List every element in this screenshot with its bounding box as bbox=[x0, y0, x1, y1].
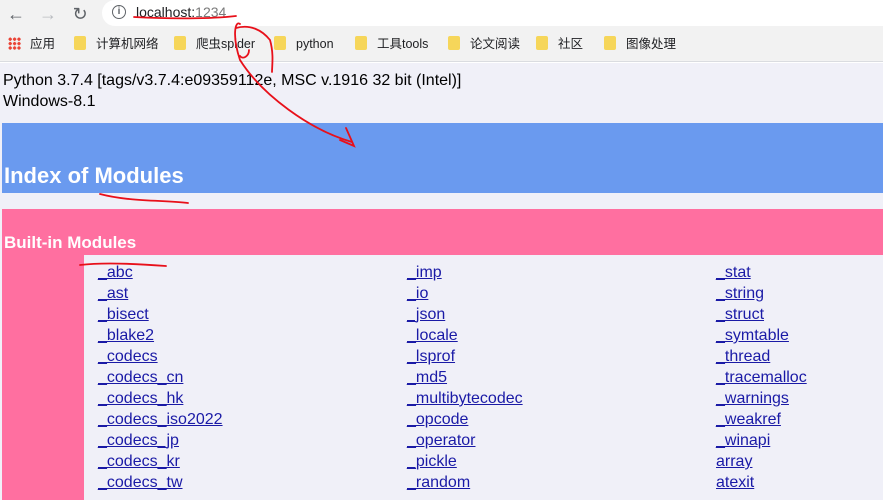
folder-icon bbox=[448, 36, 460, 50]
module-link[interactable]: atexit bbox=[716, 472, 883, 493]
module-link[interactable]: _md5 bbox=[407, 367, 707, 388]
folder-icon bbox=[74, 36, 86, 50]
module-link[interactable]: _bisect bbox=[98, 304, 398, 325]
module-link[interactable]: _codecs_kr bbox=[98, 451, 398, 472]
bookmark-folder[interactable]: 社区 bbox=[536, 36, 583, 54]
bookmark-folder[interactable]: 工具tools bbox=[355, 36, 428, 54]
section-banner: Built-in Modules bbox=[2, 209, 883, 255]
module-link[interactable]: _struct bbox=[716, 304, 883, 325]
module-link[interactable]: _random bbox=[407, 472, 707, 493]
folder-icon bbox=[536, 36, 548, 50]
url-host: localhost: bbox=[136, 4, 196, 20]
module-link[interactable]: _codecs bbox=[98, 346, 398, 367]
module-link[interactable]: _codecs_tw bbox=[98, 472, 398, 493]
section-title: Built-in Modules bbox=[4, 233, 137, 252]
bookmark-folder[interactable]: python bbox=[274, 36, 334, 54]
section-side-band bbox=[2, 255, 84, 500]
bookmark-label: 应用 bbox=[30, 37, 56, 51]
module-link[interactable]: _codecs_cn bbox=[98, 367, 398, 388]
module-link[interactable]: array bbox=[716, 451, 883, 472]
reload-icon[interactable]: ↻ bbox=[68, 2, 92, 26]
module-link[interactable]: _winapi bbox=[716, 430, 883, 451]
module-link[interactable]: _blake2 bbox=[98, 325, 398, 346]
module-link[interactable]: _codecs_iso2022 bbox=[98, 409, 398, 430]
module-link[interactable]: _locale bbox=[407, 325, 707, 346]
module-column-2: _imp _io _json _locale _lsprof _md5 _mul… bbox=[407, 262, 707, 493]
module-column-1: _abc _ast _bisect _blake2 _codecs _codec… bbox=[98, 262, 398, 493]
module-link[interactable]: _string bbox=[716, 283, 883, 304]
bookmark-folder[interactable]: 计算机网络 bbox=[74, 36, 159, 54]
python-version-text: Python 3.7.4 [tags/v3.7.4:e09359112e, MS… bbox=[3, 72, 462, 89]
bookmark-folder[interactable]: 爬虫spider bbox=[174, 36, 255, 54]
module-link[interactable]: _abc bbox=[98, 262, 398, 283]
module-link[interactable]: _ast bbox=[98, 283, 398, 304]
bookmarks-bar: 应用 计算机网络 爬虫spider python 工具tools 论文阅读 社区… bbox=[0, 28, 883, 62]
bookmark-label: 工具tools bbox=[377, 37, 429, 51]
module-link[interactable]: _opcode bbox=[407, 409, 707, 430]
address-bar[interactable]: i localhost:1234 bbox=[102, 0, 883, 26]
back-arrow-icon[interactable]: ← bbox=[4, 2, 28, 26]
page-title: Index of Modules bbox=[4, 163, 184, 188]
module-link[interactable]: _warnings bbox=[716, 388, 883, 409]
module-column-3: _stat _string _struct _symtable _thread … bbox=[716, 262, 883, 493]
bookmark-folder[interactable]: 论文阅读 bbox=[448, 36, 520, 54]
heading-banner: Index of Modules bbox=[2, 123, 883, 193]
bookmark-label: python bbox=[296, 37, 334, 51]
module-link[interactable]: _codecs_jp bbox=[98, 430, 398, 451]
url-text[interactable]: localhost:1234 bbox=[136, 4, 226, 20]
module-link[interactable]: _imp bbox=[407, 262, 707, 283]
folder-icon bbox=[274, 36, 286, 50]
folder-icon bbox=[355, 36, 367, 50]
module-link[interactable]: _symtable bbox=[716, 325, 883, 346]
bookmark-label: 图像处理 bbox=[626, 37, 677, 51]
module-link[interactable]: _weakref bbox=[716, 409, 883, 430]
bookmark-label: 论文阅读 bbox=[470, 37, 521, 51]
module-link[interactable]: _codecs_hk bbox=[98, 388, 398, 409]
module-link[interactable]: _pickle bbox=[407, 451, 707, 472]
module-link[interactable]: _stat bbox=[716, 262, 883, 283]
bookmark-apps[interactable]: 应用 bbox=[8, 36, 55, 54]
folder-icon bbox=[174, 36, 186, 50]
platform-text: Windows-8.1 bbox=[3, 93, 96, 110]
apps-grid-icon bbox=[8, 37, 21, 50]
forward-arrow-icon[interactable]: → bbox=[36, 2, 60, 26]
page-content: Python 3.7.4 [tags/v3.7.4:e09359112e, MS… bbox=[0, 63, 883, 500]
bookmark-label: 计算机网络 bbox=[96, 37, 159, 51]
module-link[interactable]: _io bbox=[407, 283, 707, 304]
module-link[interactable]: _thread bbox=[716, 346, 883, 367]
bookmark-label: 社区 bbox=[558, 37, 584, 51]
bookmark-label: 爬虫spider bbox=[196, 37, 256, 51]
folder-icon bbox=[604, 36, 616, 50]
module-link[interactable]: _lsprof bbox=[407, 346, 707, 367]
url-port: 1234 bbox=[195, 4, 227, 20]
browser-toolbar: ← → ↻ i localhost:1234 bbox=[0, 0, 883, 28]
module-link[interactable]: _multibytecodec bbox=[407, 388, 707, 409]
site-info-icon[interactable]: i bbox=[112, 5, 126, 19]
module-link[interactable]: _operator bbox=[407, 430, 707, 451]
bookmark-folder[interactable]: 图像处理 bbox=[604, 36, 676, 54]
module-link[interactable]: _json bbox=[407, 304, 707, 325]
module-link[interactable]: _tracemalloc bbox=[716, 367, 883, 388]
